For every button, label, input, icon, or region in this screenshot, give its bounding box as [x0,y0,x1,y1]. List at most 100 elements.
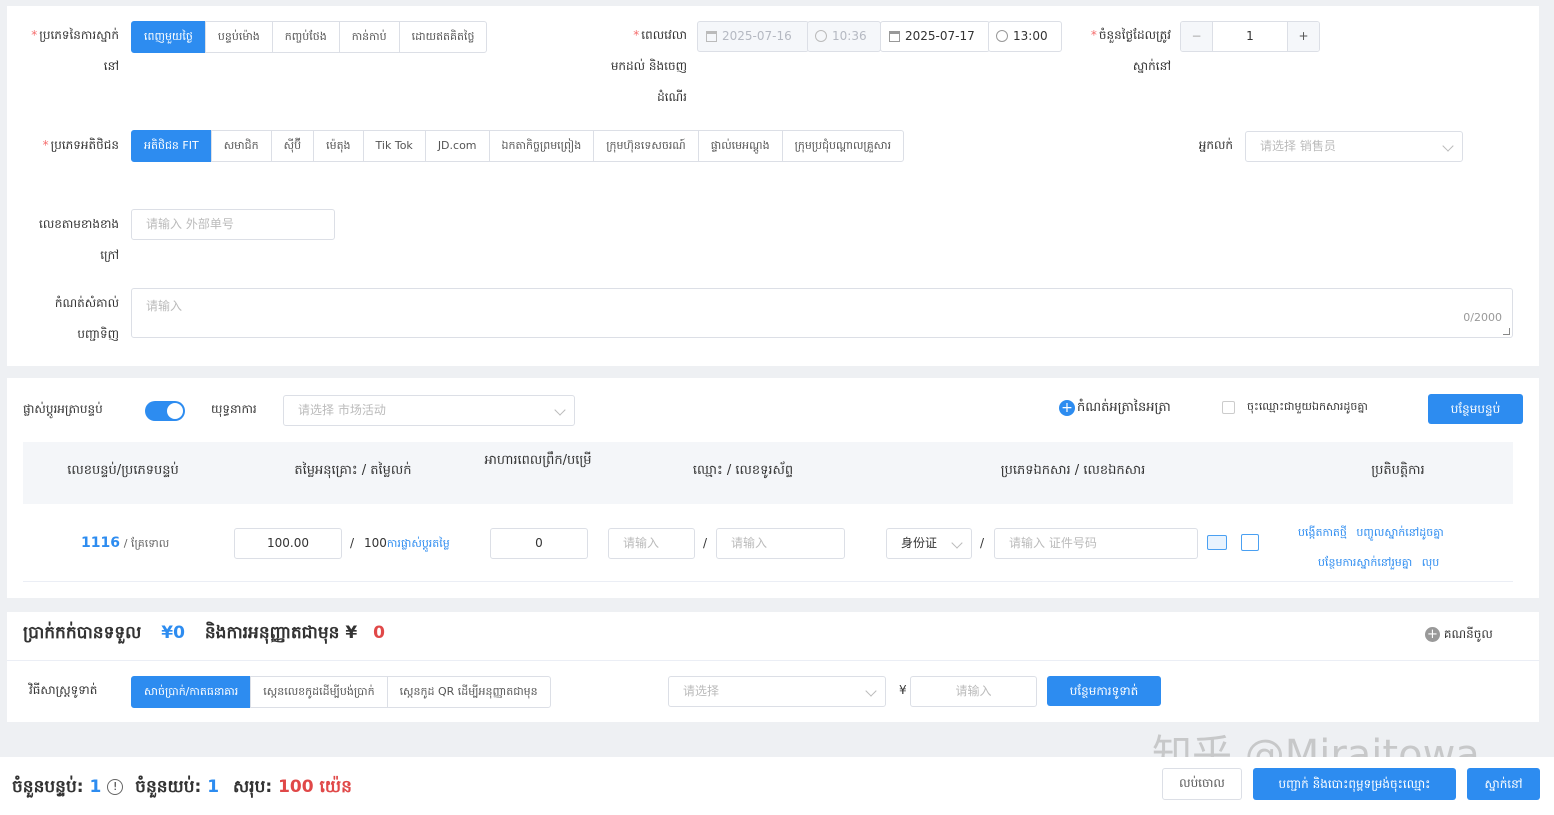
footer-summary: ចំនួនបន្ទប់: 1 ! ចំនួនយប់: 1 សរុប: 100 យ… [12,776,352,801]
header-price: តម្លៃអនុគ្រោះ / តម្លៃលក់ [294,463,412,478]
rooms-count-label: ចំនួនបន្ទប់: [12,777,84,797]
header-document: ប្រភេទឯកសារ / លេខឯកសារ [1000,463,1146,478]
change-rate-link[interactable]: ការផ្លាស់ប្ដូរតម្លៃ [387,537,450,550]
preauth-amount: 0 [373,623,385,643]
checkin-button[interactable]: ស្នាក់នៅ [1467,768,1540,800]
booking-type-hourly[interactable]: បន្ទប់ម៉ោង [204,21,273,53]
deposit-summary: ប្រាក់កក់បានទទួល ¥0 និងការអនុញ្ញាតជាមុន … [23,622,385,647]
discount-price-input[interactable]: 100.00 [234,528,342,559]
booking-type-label: * ប្រភេទនៃការស្នាក់នៅ [31,28,119,73]
external-order-label: លេខតាមខាងខាងក្រៅ [39,217,119,262]
toggle-knob [167,403,183,419]
total-amount: 100 យ៉េន [278,777,352,797]
booking-type-package[interactable]: កញ្ចប់ថែង [271,21,340,53]
seller-select[interactable]: 请选择 销售员 [1245,131,1463,162]
checkin-time-input[interactable]: 10:36 [807,21,881,52]
guest-type-travel-agency[interactable]: ក្រុមហ៊ុនទេសចរណ៍ [593,130,699,162]
header-actions: ប្រតិបត្តិការ [1371,463,1425,478]
guest-type-jd[interactable]: JD.com [424,130,490,162]
same-name-checkbox[interactable] [1222,401,1235,414]
row-actions: បង្កើតកាតថ្មី បញ្ចូលស្នាក់នៅដូចគ្នា បន្ថ… [1298,518,1488,578]
guest-type-meituan[interactable]: ម៉េតុង [313,130,364,162]
payment-method-qr-preauth[interactable]: ស្កេនកូដ QR ដើម្បីអនុញ្ញាតជាមុន [386,676,551,708]
guest-type-ctrip[interactable]: ស៊ីប៊ី [270,130,315,162]
doc-number-input[interactable]: 请输入 证件号码 [994,528,1198,559]
add-room-button[interactable]: បន្ថែមបន្ទប់ [1428,394,1523,424]
checkin-date-input[interactable]: 2025-07-16 [697,21,809,52]
stay-days-label: * ចំនួនថ្ងៃដែលត្រូវស្នាក់នៅ [1090,28,1171,73]
guest-phone-input[interactable]: 请输入 [716,528,845,559]
sale-price: 100 [364,536,387,550]
plus-circle-icon: + [1425,627,1440,642]
preauth-label: និងការអនុញ្ញាតជាមុន ¥ [204,623,358,643]
header-room: លេខបន្ទប់/ប្រភេទបន្ទប់ [67,463,179,478]
header-name-phone: ឈ្មោះ / លេខទូរស័ព្ទ [692,463,794,478]
stay-days-stepper: − 1 + [1180,21,1320,52]
info-icon: ! [107,779,124,795]
campaign-select[interactable]: 请选择 市场活动 [283,395,575,426]
guest-type-label: * ប្រភេទអតិថិជន [42,138,119,152]
payment-method-tabs: សាច់ប្រាក់/កាតធនាគារ ស្កេនលេខកូដដើម្បីបង… [131,676,551,708]
booking-type-full-day[interactable]: ពេញមួយថ្ងៃ [131,21,206,53]
id-card-reader-icon[interactable] [1207,535,1227,550]
arrival-time-label: * ពេលវេលាមកដល់ និងចេញដំណើរ [610,28,687,104]
payment-method-scan[interactable]: ស្កេនលេខកូដដើម្បីបង់ប្រាក់ [250,676,388,708]
booking-type-occupy[interactable]: កាន់កាប់ [338,21,400,53]
stay-days-value[interactable]: 1 [1246,29,1254,43]
same-name-label: ចុះឈ្មោះជាមួយឯកសារដូចគ្នា [1247,400,1368,413]
deposit-received-amount: ¥0 [161,623,185,643]
add-payment-button[interactable]: បន្ថែមការទូទាត់ [1047,676,1161,706]
checkout-time-input[interactable]: 13:00 [988,21,1062,52]
guest-type-direct[interactable]: ផ្ទាល់មេអណ្ដូង [697,130,783,162]
chevron-down-icon [554,404,566,416]
payment-channel-select[interactable]: 请选择 [668,676,886,707]
cancel-button[interactable]: លប់ចោល [1162,768,1242,800]
add-shared-stay-link[interactable]: បន្ថែមការស្នាក់នៅរួមគ្នា [1318,556,1412,569]
guest-type-fit[interactable]: អតិថិជន FIT [131,130,212,162]
rate-toggle-label: ផ្លាស់ប្ដូរអត្រាបន្ទប់ [23,402,103,416]
account-entry-link[interactable]: + គណនីចូល [1425,626,1493,644]
set-rate-link[interactable]: + កំណត់អត្រានៃអត្រា [1059,399,1171,418]
same-stay-link[interactable]: បញ្ចូលស្នាក់នៅដូចគ្នា [1356,526,1443,539]
doc-separator: / [980,536,985,550]
booking-type-free[interactable]: ដោយឥតគិតថ្លៃ [398,21,488,53]
sale-price-cell: 100ការផ្លាស់ប្ដូរតម្លៃ [364,536,450,553]
clock-icon [815,30,827,42]
checkout-date-input[interactable]: 2025-07-17 [880,21,990,52]
payment-amount-input[interactable]: 请输入 [910,676,1037,707]
guest-type-agreement[interactable]: ឯកតាកិច្ចព្រមព្រៀង [488,130,595,162]
chevron-down-icon [951,537,963,549]
booking-panel: * ប្រភេទនៃការស្នាក់នៅ ពេញមួយថ្ងៃ បន្ទប់ម៉… [7,6,1539,366]
booking-type-tabs: ពេញមួយថ្ងៃ បន្ទប់ម៉ោង កញ្ចប់ថែង កាន់កាប់… [131,21,488,53]
doc-type-select[interactable]: 身份证 [886,528,972,559]
plus-circle-icon: + [1059,399,1075,416]
room-number-link[interactable]: 1116 [81,535,120,551]
delete-link[interactable]: លុប [1422,556,1439,569]
stepper-plus-button[interactable]: + [1287,22,1319,51]
currency-symbol: ¥ [899,683,907,697]
name-phone-separator: / [703,536,708,550]
breakfast-input[interactable]: 0 [490,528,588,559]
guest-name-input[interactable]: 请输入 [608,528,695,559]
room-cell: 1116 / គ្រែទោល [81,535,169,553]
edit-icon[interactable] [1241,534,1259,551]
payment-method-cash[interactable]: សាច់ប្រាក់/កាតធនាគារ [131,676,252,708]
header-breakfast: អាហារពេលព្រឹក/បម្រើ [484,453,592,468]
guest-type-group[interactable]: ក្រុមប្រជុំបណ្ដាលគ្រួសារ [781,130,905,162]
footer-bar: ចំនួនបន្ទប់: 1 ! ចំនួនយប់: 1 សរុប: 100 យ… [0,757,1554,815]
external-order-input[interactable]: 请输入 外部单号 [131,209,335,240]
guest-type-member[interactable]: សមាជិក [210,130,272,162]
rooms-table-header: លេខបន្ទប់/ប្រភេទបន្ទប់ តម្លៃអនុគ្រោះ / ត… [23,442,1513,504]
rooms-count: 1 [89,777,102,797]
total-label: សរុប: [233,777,273,797]
confirm-print-button[interactable]: បញ្ជាក់ និងបោះពុម្ពទម្រង់ចុះឈ្មោះ [1253,768,1456,800]
guest-type-tiktok[interactable]: Tik Tok [362,130,426,162]
stepper-minus-button[interactable]: − [1181,22,1213,51]
resize-handle-icon[interactable] [1503,328,1510,335]
seller-label: អ្នកលក់ [1198,138,1233,152]
remark-textarea[interactable]: 请输入 0/2000 [131,288,1513,338]
price-separator: / [350,536,355,550]
chevron-down-icon [1442,140,1454,152]
rate-toggle-switch[interactable] [145,401,185,421]
new-card-link[interactable]: បង្កើតកាតថ្មី [1298,526,1347,539]
